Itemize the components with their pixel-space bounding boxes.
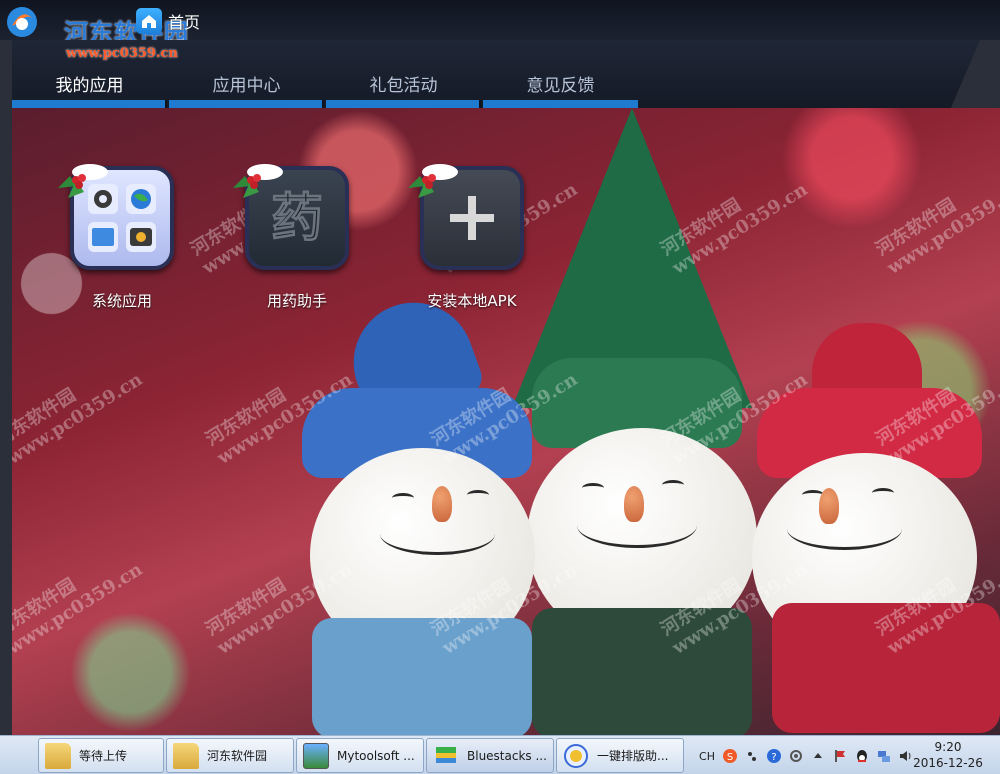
clock-date: 2016-12-26 [913,756,983,770]
taskbar-button-waiting-upload[interactable]: 等待上传 [38,738,164,773]
svg-text:S: S [727,752,733,763]
taskbar-button-hedong[interactable]: 河东软件园 [166,738,294,773]
punctuation-icon[interactable] [744,748,760,764]
clock-time: 9:20 [934,740,962,754]
tab-gift-events-label: 礼包活动 [369,76,438,96]
tab-underline [483,100,638,108]
tab-underline [326,100,481,108]
tab-app-center-label: 应用中心 [212,76,281,96]
site-logo-icon [4,4,40,40]
home-icon [136,8,162,34]
app-medicine-helper-label: 用药助手 [266,292,327,310]
site-url: www.pc0359.cn [66,46,178,61]
tab-feedback[interactable]: 意见反馈 [483,40,638,108]
folder-icon [173,742,199,769]
tab-underline [12,100,167,108]
taskbar-button-label: Bluestacks ... [467,748,547,763]
settings-icon[interactable] [788,748,804,764]
app-system-apps[interactable]: 系统应用 [52,158,192,318]
holly-decoration-icon [54,158,110,206]
bluestacks-icon [433,743,459,769]
tab-separator [165,100,167,108]
network-icon[interactable] [876,748,892,764]
tab-separator [322,100,324,108]
tab-separator [479,100,481,108]
tab-my-apps-label: 我的应用 [55,76,124,96]
taskbar-button-typeset[interactable]: 一键排版助... [556,738,684,773]
holly-decoration-icon [404,158,460,206]
tab-app-center[interactable]: 应用中心 [169,40,324,108]
ime-indicator[interactable]: CH [698,748,716,764]
svg-text:?: ? [771,752,776,763]
app-install-local-apk-label: 安装本地APK [427,292,517,310]
app-medicine-helper[interactable]: 药 用药助手 [227,158,367,318]
desktop-wallpaper: 河东软件园www.pc0359.cn 河东软件园www.pc0359.cn 河东… [12,108,1000,735]
title-bar: 河东软件园 首页 [0,0,1000,47]
qq-icon[interactable] [854,748,870,764]
home-tab-label: 首页 [168,13,201,32]
holly-decoration-icon [229,158,285,206]
help-icon[interactable]: ? [766,748,782,764]
system-tray: CH S ? [698,740,914,772]
typeset-icon [563,743,589,769]
tab-feedback-label: 意见反馈 [526,76,595,96]
taskbar-button-label: 一键排版助... [597,749,669,763]
folder-icon [45,742,71,769]
taskbar-button-label: 河东软件园 [207,749,268,763]
tab-underline [169,100,324,108]
taskbar-button-label: Mytoolsoft ... [337,748,415,763]
taskbar: 等待上传 河东软件园 Mytoolsoft ... Bluestacks ...… [0,735,1000,774]
taskbar-button-label: 等待上传 [79,749,128,763]
app-install-local-apk[interactable]: 安装本地APK [402,158,542,318]
app-system-apps-label: 系统应用 [91,292,152,310]
tab-gift-events[interactable]: 礼包活动 [326,40,481,108]
sogou-input-icon[interactable]: S [722,748,738,764]
taskbar-button-bluestacks[interactable]: Bluestacks ... [426,738,554,773]
show-hidden-icons-icon[interactable] [810,748,826,764]
taskbar-clock[interactable]: 9:20 2016-12-26 [900,739,996,771]
taskbar-button-mytoolsoft[interactable]: Mytoolsoft ... [296,738,424,773]
action-center-flag-icon[interactable] [832,748,848,764]
tab-home[interactable]: 首页 [136,4,216,38]
image-app-icon [303,742,329,769]
